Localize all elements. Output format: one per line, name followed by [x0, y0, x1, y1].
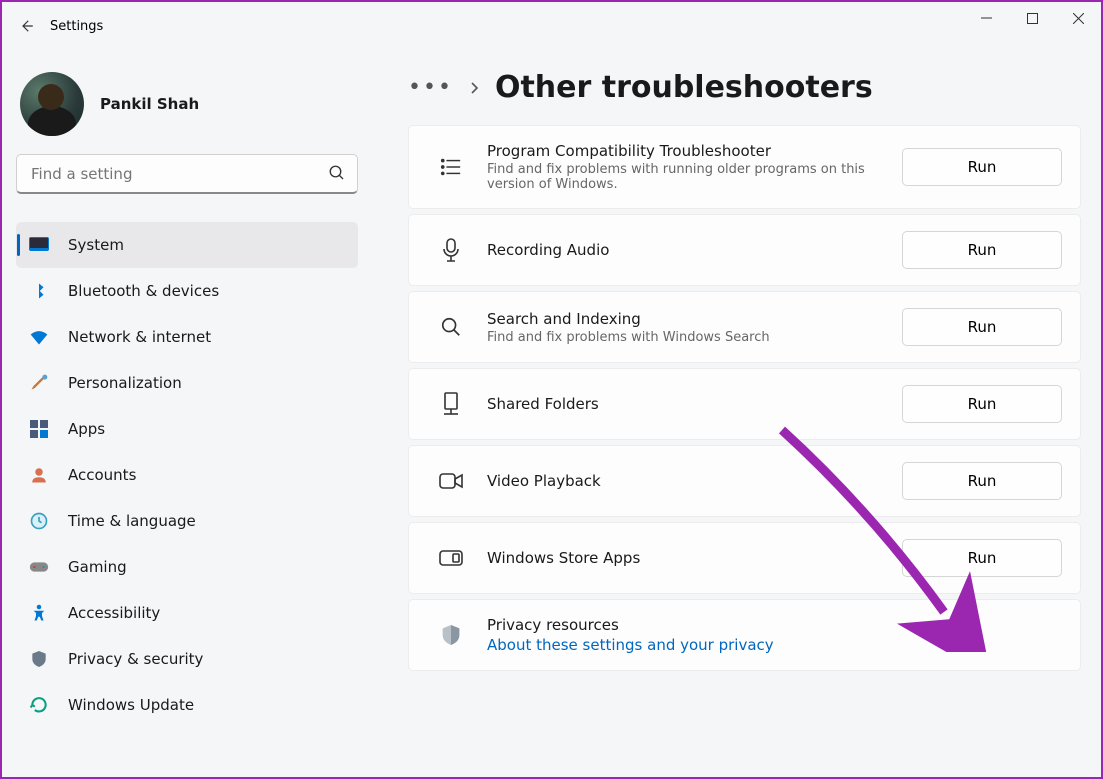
main-content: ••• Other troubleshooters Program Compat… — [372, 50, 1101, 777]
brush-icon — [28, 372, 50, 394]
close-button[interactable] — [1055, 2, 1101, 34]
troubleshooter-compat: Program Compatibility Troubleshooter Fin… — [408, 125, 1081, 209]
sidebar-item-system[interactable]: System — [16, 222, 358, 268]
sidebar-item-label: Personalization — [68, 374, 182, 392]
shield-icon — [28, 648, 50, 670]
card-title: Program Compatibility Troubleshooter — [487, 142, 902, 160]
sidebar-item-bluetooth[interactable]: Bluetooth & devices — [16, 268, 358, 314]
person-icon — [28, 464, 50, 486]
system-icon — [28, 234, 50, 256]
sidebar-item-update[interactable]: Windows Update — [16, 682, 358, 728]
nav-list: System Bluetooth & devices Network & int… — [16, 222, 358, 777]
recording-run-button[interactable]: Run — [902, 231, 1062, 269]
gamepad-icon — [28, 556, 50, 578]
sidebar-item-label: Network & internet — [68, 328, 211, 346]
minimize-button[interactable] — [963, 2, 1009, 34]
troubleshooter-list: Program Compatibility Troubleshooter Fin… — [408, 125, 1081, 671]
sidebar-item-apps[interactable]: Apps — [16, 406, 358, 452]
sidebar-item-privacy[interactable]: Privacy & security — [16, 636, 358, 682]
titlebar: Settings — [2, 2, 1101, 50]
update-icon — [28, 694, 50, 716]
maximize-icon — [1027, 13, 1038, 24]
apps-icon — [28, 418, 50, 440]
card-title: Privacy resources — [487, 616, 1062, 634]
sidebar: Pankil Shah System Bluetooth & devices N… — [2, 50, 372, 777]
back-button[interactable] — [6, 6, 46, 46]
sidebar-item-network[interactable]: Network & internet — [16, 314, 358, 360]
store-run-button[interactable]: Run — [902, 539, 1062, 577]
window-title: Settings — [50, 19, 103, 34]
wifi-icon — [28, 326, 50, 348]
shared-run-button[interactable]: Run — [902, 385, 1062, 423]
troubleshooter-video: Video Playback Run — [408, 445, 1081, 517]
video-run-button[interactable]: Run — [902, 462, 1062, 500]
accessibility-icon — [28, 602, 50, 624]
breadcrumb: ••• Other troubleshooters — [408, 70, 1081, 105]
card-title: Windows Store Apps — [487, 549, 902, 567]
privacy-link[interactable]: About these settings and your privacy — [487, 636, 774, 654]
user-name: Pankil Shah — [100, 95, 199, 113]
sidebar-item-personalization[interactable]: Personalization — [16, 360, 358, 406]
sidebar-item-label: Apps — [68, 420, 105, 438]
search-container — [16, 154, 358, 194]
sidebar-item-label: Accounts — [68, 466, 136, 484]
list-icon — [431, 157, 471, 177]
sidebar-item-label: Privacy & security — [68, 650, 203, 668]
breadcrumb-ellipsis[interactable]: ••• — [408, 75, 453, 100]
card-title: Shared Folders — [487, 395, 902, 413]
chevron-right-icon — [469, 81, 479, 95]
search-input[interactable] — [16, 154, 358, 194]
server-icon — [431, 392, 471, 416]
card-title: Search and Indexing — [487, 310, 902, 328]
troubleshooter-search: Search and Indexing Find and fix problem… — [408, 291, 1081, 363]
microphone-icon — [431, 238, 471, 262]
card-desc: Find and fix problems with running older… — [487, 162, 902, 192]
minimize-icon — [981, 13, 992, 24]
sidebar-item-label: Time & language — [68, 512, 196, 530]
sidebar-item-label: Accessibility — [68, 604, 160, 622]
troubleshooter-recording: Recording Audio Run — [408, 214, 1081, 286]
troubleshooter-shared: Shared Folders Run — [408, 368, 1081, 440]
card-desc: Find and fix problems with Windows Searc… — [487, 330, 902, 345]
window-controls — [963, 2, 1101, 34]
sidebar-item-label: Windows Update — [68, 696, 194, 714]
close-icon — [1073, 13, 1084, 24]
sidebar-item-gaming[interactable]: Gaming — [16, 544, 358, 590]
card-title: Recording Audio — [487, 241, 902, 259]
shield-icon — [431, 623, 471, 647]
maximize-button[interactable] — [1009, 2, 1055, 34]
sidebar-item-label: System — [68, 236, 124, 254]
troubleshooter-store: Windows Store Apps Run — [408, 522, 1081, 594]
magnifier-icon — [431, 316, 471, 338]
sidebar-item-accessibility[interactable]: Accessibility — [16, 590, 358, 636]
compat-run-button[interactable]: Run — [902, 148, 1062, 186]
sidebar-item-time[interactable]: Time & language — [16, 498, 358, 544]
store-icon — [431, 548, 471, 568]
sidebar-item-accounts[interactable]: Accounts — [16, 452, 358, 498]
search-run-button[interactable]: Run — [902, 308, 1062, 346]
bluetooth-icon — [28, 280, 50, 302]
avatar — [20, 72, 84, 136]
video-icon — [431, 472, 471, 490]
page-title: Other troubleshooters — [495, 70, 873, 105]
arrow-left-icon — [17, 17, 35, 35]
card-title: Video Playback — [487, 472, 902, 490]
profile[interactable]: Pankil Shah — [20, 72, 358, 136]
privacy-resources: Privacy resources About these settings a… — [408, 599, 1081, 671]
clock-icon — [28, 510, 50, 532]
sidebar-item-label: Gaming — [68, 558, 127, 576]
sidebar-item-label: Bluetooth & devices — [68, 282, 219, 300]
